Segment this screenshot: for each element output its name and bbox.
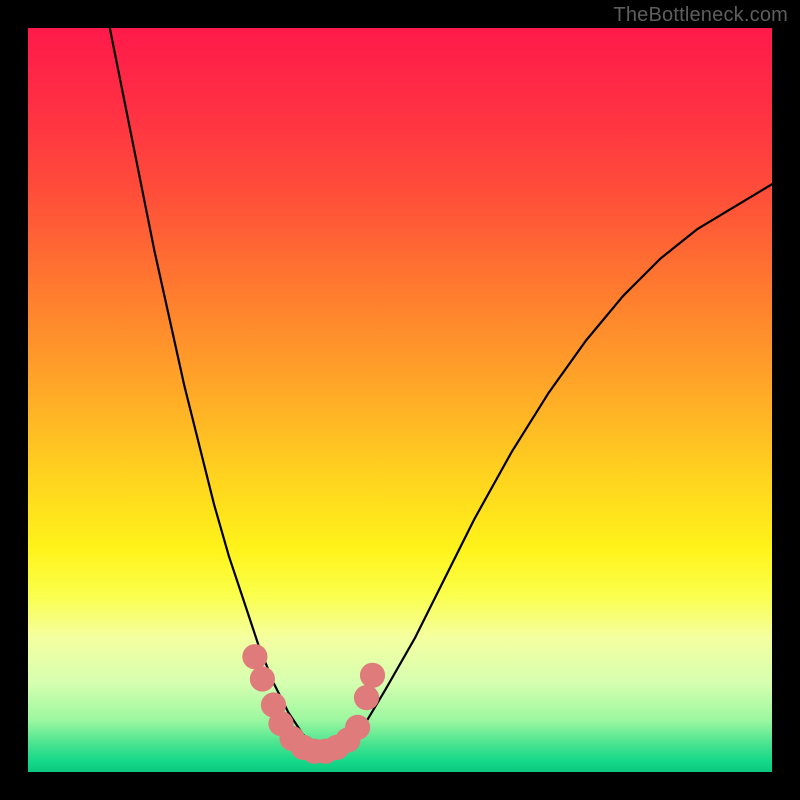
- curve-marker: [250, 666, 275, 691]
- curve-marker: [354, 685, 379, 710]
- bottleneck-curve: [110, 28, 772, 757]
- chart-frame: TheBottleneck.com: [0, 0, 800, 800]
- curve-marker: [345, 715, 370, 740]
- marker-cluster: [242, 644, 385, 764]
- watermark-text: TheBottleneck.com: [613, 4, 788, 27]
- curve-marker: [360, 663, 385, 688]
- curve-marker: [242, 644, 267, 669]
- plot-area: [28, 28, 772, 772]
- curve-layer: [28, 28, 772, 772]
